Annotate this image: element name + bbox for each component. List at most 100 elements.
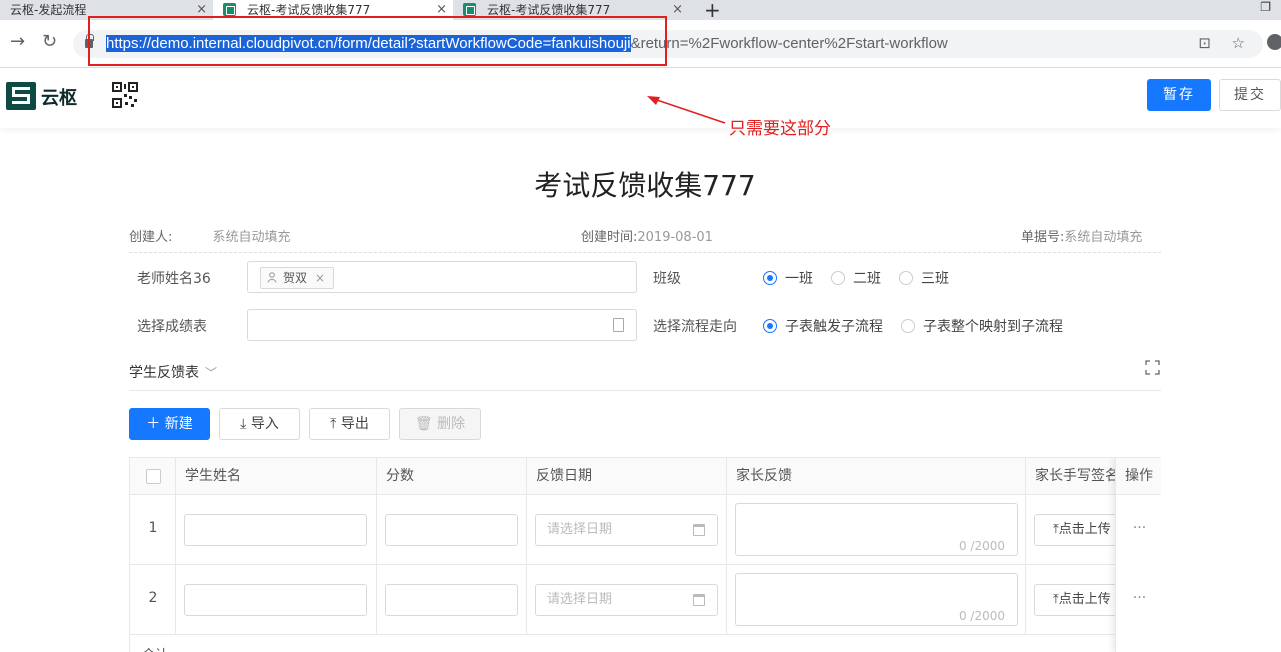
doc-no-meta: 单据号:系统自动填充	[1021, 226, 1142, 245]
row-index-cell: 1	[130, 495, 176, 565]
url-rest-part: &return=%2Fworkflow-center%2Fstart-workf…	[630, 35, 948, 52]
created-time-value: 2019-08-01	[637, 230, 713, 245]
class-option-label: 一班	[785, 271, 813, 287]
more-icon[interactable]: ···	[1116, 590, 1161, 606]
tab-title: 云枢-考试反馈收集777	[247, 3, 371, 17]
select-all-checkbox[interactable]	[146, 469, 161, 484]
score-cell	[377, 565, 527, 635]
restore-window-icon[interactable]: ❐	[1260, 0, 1271, 14]
annotation-highlight-box	[88, 16, 667, 66]
file-icon[interactable]	[613, 318, 624, 332]
favicon-icon	[223, 3, 236, 16]
fullscreen-icon[interactable]	[1145, 360, 1160, 375]
score-sheet-input[interactable]	[247, 309, 637, 341]
flow-option-label: 子表整个映射到子流程	[923, 319, 1063, 335]
new-row-button[interactable]: ＋ 新建	[129, 408, 210, 440]
tab-title: 云枢-发起流程	[10, 3, 87, 17]
table-header: 学生姓名 分数 反馈日期 家长反馈 家长手写签名	[130, 458, 1161, 495]
remove-chip-icon[interactable]: ×	[315, 271, 325, 285]
new-tab-icon[interactable]: +	[704, 0, 721, 22]
qr-code-icon[interactable]	[112, 82, 138, 108]
annotation-arrow-icon	[647, 96, 726, 124]
parent-feedback-textarea[interactable]: 0 /2000	[735, 573, 1018, 626]
close-icon[interactable]: ×	[672, 0, 683, 20]
date-picker[interactable]: 请选择日期	[535, 584, 718, 616]
upload-label: 点击上传	[1058, 522, 1111, 537]
export-button[interactable]: ⤒ 导出	[309, 408, 390, 440]
star-icon[interactable]: ☆	[1232, 34, 1245, 52]
back-icon[interactable]: →	[10, 32, 25, 52]
meta-divider	[129, 252, 1161, 253]
logo-text: 云枢	[41, 88, 77, 109]
submit-button[interactable]: 提交	[1219, 79, 1281, 111]
parent-feedback-textarea[interactable]: 0 /2000	[735, 503, 1018, 556]
creator-meta: 创建人: 系统自动填充	[129, 226, 291, 245]
plus-icon: ＋	[146, 416, 161, 432]
teacher-chip-label: 贺双	[283, 271, 308, 285]
doc-no-value: 系统自动填充	[1064, 230, 1143, 245]
row-index: 2	[148, 590, 158, 606]
student-name-input[interactable]	[184, 584, 367, 616]
doc-no-label: 单据号:	[1021, 230, 1065, 245]
column-header: 反馈日期	[527, 458, 727, 495]
date-picker[interactable]: 请选择日期	[535, 514, 718, 546]
radio-icon	[899, 271, 913, 285]
score-sheet-label: 选择成绩表	[137, 319, 207, 335]
upload-label: 点击上传	[1058, 592, 1111, 607]
radio-checked-icon	[763, 319, 777, 333]
more-icon[interactable]: ···	[1116, 520, 1161, 536]
student-name-input[interactable]	[184, 514, 367, 546]
sum-label: 合计	[142, 644, 168, 652]
radio-icon	[901, 319, 915, 333]
class-option-3[interactable]: 三班	[899, 268, 949, 288]
creator-label: 创建人:	[129, 230, 173, 245]
creator-value: 系统自动填充	[212, 230, 291, 245]
row-index-cell: 2	[130, 565, 176, 635]
import-label: 导入	[250, 416, 279, 432]
flow-option-2[interactable]: 子表整个映射到子流程	[901, 316, 1063, 336]
class-label: 班级	[653, 271, 681, 287]
feedback-cell: 0 /2000	[727, 565, 1026, 635]
flow-label: 选择流程走向	[653, 319, 737, 335]
translate-icon[interactable]: ⊡	[1198, 34, 1211, 52]
subtable-title[interactable]: 学生反馈表 ﹀	[129, 362, 217, 382]
favicon-icon	[463, 3, 476, 16]
annotation-text: 只需要这部分	[729, 119, 831, 139]
save-draft-button[interactable]: 暂存	[1147, 79, 1211, 111]
profile-icon[interactable]	[1267, 34, 1281, 50]
select-all-cell	[130, 458, 176, 495]
score-cell	[377, 495, 527, 565]
app-header: 云枢 暂存 提交	[0, 68, 1281, 128]
export-label: 导出	[340, 416, 369, 432]
name-cell	[176, 565, 377, 635]
teacher-selector[interactable]: 贺双 ×	[247, 261, 637, 293]
date-placeholder: 请选择日期	[547, 592, 613, 607]
char-counter: 0 /2000	[958, 609, 1005, 623]
date-placeholder: 请选择日期	[547, 522, 613, 537]
user-icon	[267, 272, 277, 283]
char-counter: 0 /2000	[958, 539, 1005, 553]
date-cell: 请选择日期	[527, 565, 727, 635]
flow-option-label: 子表触发子流程	[785, 319, 883, 335]
table-row: 2 请选择日期 0 /2000 ⤒点击上传	[130, 565, 1161, 635]
date-cell: 请选择日期	[527, 495, 727, 565]
calendar-icon	[693, 524, 705, 536]
score-input[interactable]	[385, 584, 518, 616]
column-header: 操作	[1116, 458, 1161, 495]
flow-option-1[interactable]: 子表触发子流程	[763, 316, 883, 336]
upload-icon: ⤒	[330, 416, 337, 432]
student-feedback-table: 学生姓名 分数 反馈日期 家长反馈 家长手写签名 1 请选择日期 0 /2000…	[129, 457, 1161, 652]
calendar-icon	[693, 594, 705, 606]
import-button[interactable]: ⤓ 导入	[219, 408, 300, 440]
teacher-chip: 贺双 ×	[260, 267, 335, 289]
column-header: 家长反馈	[727, 458, 1026, 495]
operations-column: 操作 ··· ···	[1115, 458, 1161, 652]
reload-icon[interactable]: ↻	[42, 32, 57, 52]
class-option-2[interactable]: 二班	[831, 268, 881, 288]
score-input[interactable]	[385, 514, 518, 546]
created-time-label: 创建时间:	[581, 230, 638, 245]
class-option-1[interactable]: 一班	[763, 268, 813, 288]
logo-icon	[6, 82, 36, 110]
delete-button[interactable]: 🗑 删除	[399, 408, 481, 440]
teacher-label: 老师姓名36	[137, 271, 211, 287]
